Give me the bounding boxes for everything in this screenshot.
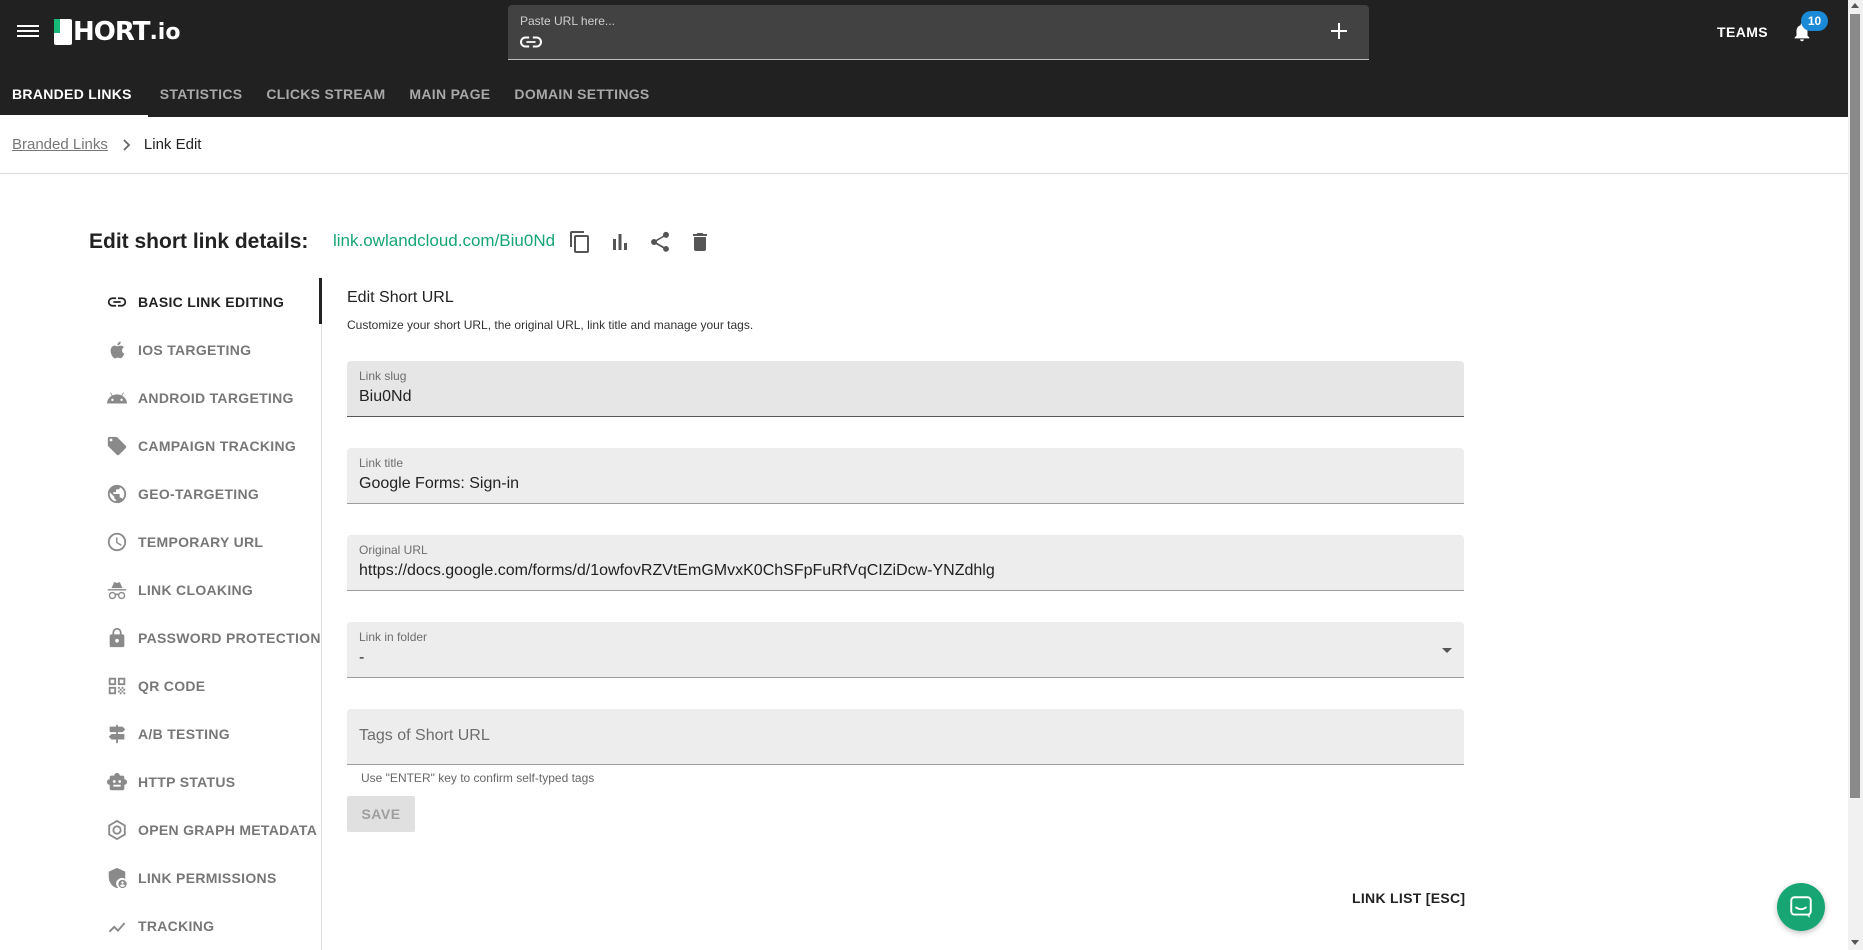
sidenav-item-temporary-url[interactable]: TEMPORARY URL <box>100 518 322 566</box>
sidenav-item-tracking[interactable]: TRACKING <box>100 902 322 950</box>
short-io-logo[interactable]: HORT .io <box>54 14 180 50</box>
sidenav-item-android-targeting[interactable]: ANDROID TARGETING <box>100 374 322 422</box>
paste-url-label: Paste URL here... <box>520 14 615 28</box>
bar-chart-icon[interactable] <box>608 230 632 254</box>
link-title-field[interactable]: Link title Google Forms: Sign-in <box>347 448 1464 504</box>
breadcrumb-current: Link Edit <box>143 136 202 153</box>
form-title: Edit Short URL <box>347 289 454 306</box>
page-title: Edit short link details: <box>89 230 309 253</box>
link-icon <box>520 36 542 48</box>
tab-statistics[interactable]: STATISTICS <box>148 70 255 117</box>
incognito-icon <box>107 582 127 600</box>
shield-user-icon <box>108 867 127 889</box>
sidenav-item-ab-testing[interactable]: A/B TESTING <box>100 710 322 758</box>
sidenav-item-basic-link-editing[interactable]: BASIC LINK EDITING <box>100 278 322 326</box>
sidenav-label: TRACKING <box>138 918 215 934</box>
sidenav-item-password-protection[interactable]: PASSWORD PROTECTION <box>100 614 322 662</box>
sidenav-label: TEMPORARY URL <box>138 534 264 550</box>
tab-domain-settings[interactable]: DOMAIN SETTINGS <box>502 70 661 117</box>
scrollbar-thumb[interactable] <box>1850 14 1860 798</box>
save-button[interactable]: SAVE <box>347 796 415 832</box>
lock-icon <box>109 627 125 648</box>
dropdown-arrow-icon <box>1442 648 1452 653</box>
link-title-value: Google Forms: Sign-in <box>359 475 520 492</box>
signpost-icon <box>108 724 126 744</box>
sidenav-item-link-cloaking[interactable]: LINK CLOAKING <box>100 566 322 614</box>
original-url-value: https://docs.google.com/forms/d/1owfovRZ… <box>359 562 995 579</box>
logo-mark <box>54 19 72 45</box>
sidenav-item-ios-targeting[interactable]: IOS TARGETING <box>100 326 322 374</box>
top-app-bar: HORT .io Paste URL here... TEAMS 10 BRAND… <box>0 0 1848 117</box>
sidenav-label: CAMPAIGN TRACKING <box>138 438 297 454</box>
add-link-plus-icon[interactable] <box>1330 22 1348 40</box>
copy-icon[interactable] <box>568 230 592 254</box>
tab-main-page[interactable]: MAIN PAGE <box>397 70 502 117</box>
clock-icon <box>107 532 127 552</box>
sidenav-label: BASIC LINK EDITING <box>138 294 285 310</box>
sidenav-item-geo-targeting[interactable]: GEO-TARGETING <box>100 470 322 518</box>
link-slug-field[interactable]: Link slug Biu0Nd <box>347 361 1464 417</box>
sidenav-label: HTTP STATUS <box>138 774 236 790</box>
qr-code-icon <box>108 677 126 695</box>
link-slug-label: Link slug <box>359 369 407 383</box>
tags-placeholder: Tags of Short URL <box>359 727 490 744</box>
sidenav-label: QR CODE <box>138 678 206 694</box>
sidenav-label: GEO-TARGETING <box>138 486 260 502</box>
chat-support-button[interactable] <box>1777 883 1825 931</box>
header-divider <box>0 173 1848 174</box>
sidenav-item-http-status[interactable]: HTTP STATUS <box>100 758 322 806</box>
link-title-label: Link title <box>359 456 404 470</box>
logo-main-text: HORT <box>73 17 150 47</box>
sidenav-label: LINK PERMISSIONS <box>138 870 277 886</box>
sidenav-label: ANDROID TARGETING <box>138 390 294 406</box>
link-settings-sidenav: BASIC LINK EDITING IOS TARGETING ANDROID… <box>100 278 322 950</box>
logo-suffix: .io <box>149 19 181 45</box>
tab-branded-links[interactable]: BRANDED LINKS <box>0 70 148 117</box>
notification-count-badge: 10 <box>1801 11 1828 31</box>
android-icon <box>106 392 128 404</box>
chevron-right-icon <box>123 138 131 151</box>
sidenav-label: IOS TARGETING <box>138 342 252 358</box>
trend-icon <box>108 922 126 933</box>
sidenav-item-qr-code[interactable]: QR CODE <box>100 662 322 710</box>
chat-icon <box>1790 896 1812 918</box>
link-folder-value: - <box>359 649 365 666</box>
short-link-url[interactable]: link.owlandcloud.com/Biu0Nd <box>333 231 555 251</box>
link-folder-select[interactable]: Link in folder - <box>347 622 1464 678</box>
link-folder-label: Link in folder <box>359 630 428 644</box>
sidenav-item-link-permissions[interactable]: LINK PERMISSIONS <box>100 854 322 902</box>
sidenav-item-open-graph-metadata[interactable]: OPEN GRAPH METADATA <box>100 806 322 854</box>
sidenav-item-campaign-tracking[interactable]: CAMPAIGN TRACKING <box>100 422 322 470</box>
globe-icon <box>107 484 127 504</box>
link-icon <box>107 297 127 307</box>
link-list-button[interactable]: LINK LIST [ESC] <box>1352 890 1465 906</box>
breadcrumb: Branded Links Link Edit <box>12 136 201 153</box>
main-tabs: BRANDED LINKS STATISTICS CLICKS STREAM M… <box>0 70 662 117</box>
tags-hint: Use "ENTER" key to confirm self-typed ta… <box>361 771 595 785</box>
original-url-field[interactable]: Original URL https://docs.google.com/for… <box>347 535 1464 591</box>
tab-clicks-stream[interactable]: CLICKS STREAM <box>254 70 397 117</box>
original-url-label: Original URL <box>359 543 428 557</box>
share-icon[interactable] <box>648 230 672 254</box>
breadcrumb-branded-links[interactable]: Branded Links <box>12 136 108 153</box>
paste-url-input[interactable]: Paste URL here... <box>508 5 1369 60</box>
scroll-up-arrow-icon[interactable] <box>1851 3 1859 8</box>
sidenav-label: OPEN GRAPH METADATA <box>138 822 318 838</box>
apple-icon <box>110 341 125 359</box>
graph-network-icon <box>108 819 126 841</box>
sidenav-label: PASSWORD PROTECTION <box>138 630 321 646</box>
delete-icon[interactable] <box>688 230 712 254</box>
sidenav-label: A/B TESTING <box>138 726 230 742</box>
sidenav-label: LINK CLOAKING <box>138 582 254 598</box>
teams-button[interactable]: TEAMS <box>1717 24 1768 40</box>
scroll-down-arrow-icon[interactable] <box>1851 940 1859 945</box>
robot-icon <box>106 772 128 791</box>
form-subtitle: Customize your short URL, the original U… <box>347 318 754 332</box>
hamburger-menu-icon[interactable] <box>17 21 39 43</box>
tags-input[interactable]: Tags of Short URL <box>347 709 1464 765</box>
link-slug-value: Biu0Nd <box>359 388 412 405</box>
tag-icon <box>107 436 127 456</box>
